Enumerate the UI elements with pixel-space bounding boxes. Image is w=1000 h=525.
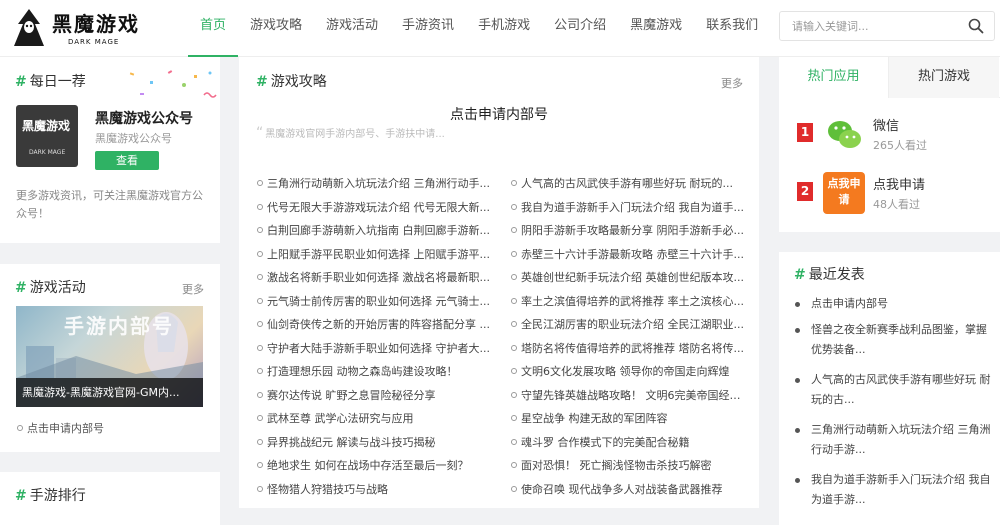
panel-title: # 最近发表 xyxy=(794,267,865,283)
logo-subtext: DARK MAGE xyxy=(68,38,120,46)
article-link[interactable]: 仙剑奇侠传之新的开始厉害的阵容搭配分享 ... xyxy=(257,313,493,337)
main-nav: 首页 游戏攻略 游戏活动 手游资讯 手机游戏 公司介绍 黑魔游戏 联系我们 xyxy=(188,0,770,57)
article-link[interactable]: 赤壁三十六计手游最新攻略 赤壁三十六计手... xyxy=(511,243,747,267)
article-link[interactable]: 怪物猎人狩猎技巧与战略 xyxy=(257,478,493,502)
game-guides-panel: # 游戏攻略 更多 点击申请内部号 “黑魔游戏官网手游内部号、手游扶中请... 三… xyxy=(239,57,759,508)
featured-article-title[interactable]: 点击申请内部号 xyxy=(239,104,759,124)
article-list-left: 三角洲行动萌新入坑玩法介绍 三角洲行动手... 代号无限大手游游戏玩法介绍 代号… xyxy=(257,172,493,501)
article-link[interactable]: 代号无限大手游游戏玩法介绍 代号无限大新... xyxy=(257,196,493,220)
article-link[interactable]: 人气高的古风武侠手游有哪些好玩 耐玩的... xyxy=(511,172,747,196)
hot-apps-panel: 热门应用 热门游戏 1 微信 265人看过 2 点我申请 点我申请 48人看过 xyxy=(779,57,1000,232)
panel-title: # 每日一荐 xyxy=(15,74,86,90)
quote-icon: “ xyxy=(256,125,264,141)
panel-title: # 游戏活动 xyxy=(15,280,86,296)
daily-description: 更多游戏资讯，可关注黑魔游戏官方公众号！ xyxy=(16,189,203,220)
article-link[interactable]: 全民江湖厉害的职业玩法介绍 全民江湖职业... xyxy=(511,313,747,337)
banner-caption: 黑魔游戏-黑魔游戏官网-GM内... xyxy=(16,378,203,407)
article-link[interactable]: 绝地求生 如何在战场中存活至最后一刻？ xyxy=(257,454,493,478)
article-link[interactable]: 文明6文化发展攻略 领导你的帝国走向辉煌 xyxy=(511,360,747,384)
article-link[interactable]: 三角洲行动萌新入坑玩法介绍 三角洲行动手... xyxy=(257,172,493,196)
more-link[interactable]: 更多 xyxy=(721,75,743,91)
recent-post-link[interactable]: 我自为道手游新手入门玩法介绍 我自为道手游... xyxy=(793,470,993,510)
article-link[interactable]: 我自为道手游新手入门玩法介绍 我自为道手... xyxy=(511,196,747,220)
tab-hot-apps[interactable]: 热门应用 xyxy=(779,57,889,98)
article-list-right: 人气高的古风武侠手游有哪些好玩 耐玩的... 我自为道手游新手入门玩法介绍 我自… xyxy=(511,172,747,501)
tab-bar: 热门应用 热门游戏 xyxy=(779,57,1000,98)
article-link[interactable]: 武林至尊 武学心法研究与应用 xyxy=(257,407,493,431)
article-link[interactable]: 阴阳手游新手攻略最新分享 阴阳手游新手必... xyxy=(511,219,747,243)
nav-item-game-events[interactable]: 游戏活动 xyxy=(314,0,390,57)
account-logo-text: 黑魔游戏 xyxy=(22,119,71,133)
apply-internal-link[interactable]: 点击申请内部号 xyxy=(17,420,104,436)
article-link[interactable]: 魂斗罗 合作模式下的完美配合秘籍 xyxy=(511,431,747,455)
apply-app-icon: 点我申请 xyxy=(823,172,865,214)
article-link[interactable]: 打造理想乐园 动物之森岛屿建设攻略！ xyxy=(257,360,493,384)
app-name[interactable]: 微信 xyxy=(873,115,899,134)
game-ranking-panel: # 手游排行 xyxy=(0,472,220,525)
panel-title: # 游戏攻略 xyxy=(256,74,327,90)
account-logo: 黑魔游戏 DARK MAGE xyxy=(16,105,78,167)
app-views: 265人看过 xyxy=(873,139,927,152)
app-name[interactable]: 点我申请 xyxy=(873,174,925,193)
nav-item-home[interactable]: 首页 xyxy=(188,0,239,57)
view-button[interactable]: 查看 xyxy=(95,151,159,170)
article-link[interactable]: 异界挑战纪元 解读与战斗技巧揭秘 xyxy=(257,431,493,455)
apply-app-icon-text: 点我申请 xyxy=(827,177,861,206)
app-item[interactable]: 2 点我申请 点我申请 48人看过 xyxy=(797,172,997,216)
article-link[interactable]: 激战名将新手职业如何选择 激战名将最新职... xyxy=(257,266,493,290)
recent-post-link[interactable]: 三角洲行动萌新入坑玩法介绍 三角洲行动手游... xyxy=(793,420,993,460)
article-link[interactable]: 率土之滨值得培养的武将推荐 率土之滨核心... xyxy=(511,290,747,314)
daily-pick-panel: # 每日一荐 黑魔游戏 DARK MAGE 黑魔游戏公众号 黑魔游戏公众号 查看 … xyxy=(0,57,220,243)
nav-item-company[interactable]: 公司介绍 xyxy=(542,0,618,57)
site-header: 黑魔游戏 DARK MAGE 首页 游戏攻略 游戏活动 手游资讯 手机游戏 公司… xyxy=(0,0,1000,57)
article-link[interactable]: 白荆回廊手游萌新入坑指南 白荆回廊手游新... xyxy=(257,219,493,243)
rank-badge: 1 xyxy=(797,123,813,142)
nav-item-dark-mage[interactable]: 黑魔游戏 xyxy=(618,0,694,57)
panel-title: # 手游排行 xyxy=(15,488,86,504)
account-subtitle: 黑魔游戏公众号 xyxy=(95,132,172,145)
more-link[interactable]: 更多 xyxy=(182,281,204,297)
article-link[interactable]: 面对恐惧！ 死亡搁浅怪物击杀技巧解密 xyxy=(511,454,747,478)
wechat-icon xyxy=(823,113,865,155)
activity-banner[interactable]: 手游内部号 黑魔游戏-黑魔游戏官网-GM内... xyxy=(16,306,203,407)
nav-item-mobile-news[interactable]: 手游资讯 xyxy=(390,0,466,57)
nav-item-contact[interactable]: 联系我们 xyxy=(694,0,770,57)
app-views: 48人看过 xyxy=(873,198,920,211)
article-link[interactable]: 英雄创世纪新手玩法介绍 英雄创世纪版本攻... xyxy=(511,266,747,290)
article-link[interactable]: 守护者大陆手游新手职业如何选择 守护者大... xyxy=(257,337,493,361)
article-link[interactable]: 元气骑士前传厉害的职业如何选择 元气骑士... xyxy=(257,290,493,314)
app-item[interactable]: 1 微信 265人看过 xyxy=(797,113,997,157)
featured-excerpt: “黑魔游戏官网手游内部号、手游扶中请... xyxy=(256,125,445,141)
nav-item-game-guides[interactable]: 游戏攻略 xyxy=(238,0,314,57)
article-link[interactable]: 塔防名将传值得培养的武将推荐 塔防名将传... xyxy=(511,337,747,361)
recent-list: 点击申请内部号 怪兽之夜全新赛季战利品图鉴，掌握优势装备... 人气高的古风武侠… xyxy=(793,294,993,520)
nav-item-mobile-games[interactable]: 手机游戏 xyxy=(466,0,542,57)
account-name: 黑魔游戏公众号 xyxy=(95,111,193,127)
article-link[interactable]: 守望先锋英雄战略攻略！ 文明6完美帝国经济分析 xyxy=(511,384,747,408)
search-input[interactable] xyxy=(780,12,960,40)
article-link[interactable]: 赛尔达传说 旷野之息冒险秘径分享 xyxy=(257,384,493,408)
bullet-icon xyxy=(17,425,23,431)
mage-logo-icon xyxy=(14,9,44,46)
site-logo[interactable]: 黑魔游戏 DARK MAGE xyxy=(6,6,146,52)
game-activity-panel: # 游戏活动 更多 手游内部号 黑魔游戏-黑魔游戏官网-GM内... 点击申请内部… xyxy=(0,264,220,452)
tab-hot-games[interactable]: 热门游戏 xyxy=(889,57,999,98)
article-link[interactable]: 使命召唤 现代战争多人对战装备武器推荐 xyxy=(511,478,747,502)
search-icon[interactable] xyxy=(968,18,984,34)
logo-text: 黑魔游戏 xyxy=(52,12,140,36)
recent-posts-panel: # 最近发表 点击申请内部号 怪兽之夜全新赛季战利品图鉴，掌握优势装备... 人气… xyxy=(779,252,1000,525)
recent-post-link[interactable]: 点击申请内部号 xyxy=(793,294,993,314)
article-link[interactable]: 星空战争 构建无敌的军团阵容 xyxy=(511,407,747,431)
account-logo-subtext: DARK MAGE xyxy=(29,149,66,156)
recent-post-link[interactable]: 人气高的古风武侠手游有哪些好玩 耐玩的古... xyxy=(793,370,993,410)
banner-title: 手游内部号 xyxy=(64,314,174,338)
article-link[interactable]: 上阳赋手游平民职业如何选择 上阳赋手游平... xyxy=(257,243,493,267)
recent-post-link[interactable]: 怪兽之夜全新赛季战利品图鉴，掌握优势装备... xyxy=(793,320,993,360)
search-box xyxy=(779,11,995,41)
rank-badge: 2 xyxy=(797,182,813,201)
confetti-decoration xyxy=(129,70,217,98)
